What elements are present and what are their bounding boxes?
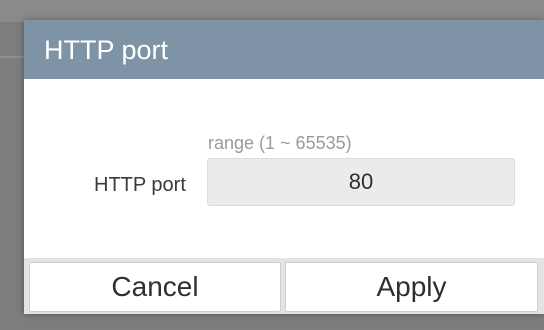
dialog-title: HTTP port bbox=[44, 35, 169, 65]
cancel-button[interactable]: Cancel bbox=[29, 262, 281, 312]
background-toolbar bbox=[0, 0, 544, 22]
port-range-hint: range (1 ~ 65535) bbox=[208, 133, 352, 153]
apply-button[interactable]: Apply bbox=[285, 262, 538, 312]
dialog-button-bar: Cancel Apply bbox=[24, 258, 544, 314]
http-port-input[interactable] bbox=[207, 158, 515, 206]
http-port-dialog: HTTP port range (1 ~ 65535) HTTP port Ca… bbox=[24, 20, 544, 314]
dialog-header: HTTP port bbox=[24, 20, 544, 79]
http-port-label: HTTP port bbox=[94, 174, 186, 196]
